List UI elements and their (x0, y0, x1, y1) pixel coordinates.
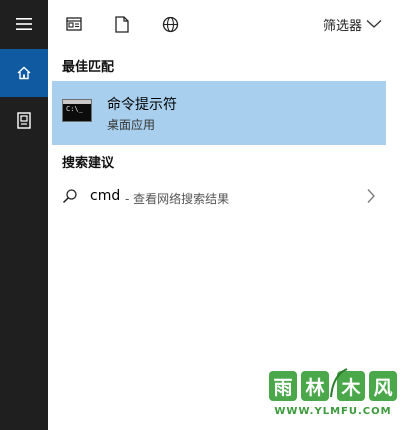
hamburger-icon (16, 18, 32, 30)
documents-button[interactable] (0, 97, 48, 145)
chevron-right-icon[interactable] (366, 188, 376, 204)
search-toolbar: 筛选器 (48, 0, 388, 48)
best-match-heading: 最佳匹配 (62, 60, 115, 75)
news-filter-button[interactable] (62, 12, 86, 36)
document-icon (17, 112, 31, 129)
svg-text:林: 林 (305, 376, 324, 399)
news-icon (66, 17, 82, 31)
hamburger-menu-button[interactable] (0, 0, 48, 48)
command-prompt-icon: C:\_ (62, 99, 92, 122)
watermark: 雨 林 木 风 WWW.YLMFU.COM (268, 366, 398, 424)
file-icon (115, 15, 129, 33)
svg-text:雨: 雨 (273, 377, 292, 399)
chevron-down-icon (366, 20, 382, 28)
globe-icon (162, 16, 178, 32)
watermark-logo: 雨 林 木 风 (268, 366, 398, 406)
suggestion-query: cmd (90, 188, 121, 204)
filter-dropdown[interactable]: 筛选器 (323, 13, 382, 35)
search-suggestions-heading: 搜索建议 (62, 156, 115, 171)
best-match-name: 命令提示符 (107, 97, 177, 113)
watermark-url: WWW.YLMFU.COM (274, 406, 392, 417)
best-match-type: 桌面应用 (107, 118, 156, 132)
suggestion-item[interactable]: cmd - 查看网络搜索结果 (52, 180, 386, 214)
home-icon (17, 66, 31, 80)
search-icon (62, 189, 77, 204)
left-rail (0, 0, 48, 430)
best-match-item[interactable]: C:\_ 命令提示符 桌面应用 (52, 81, 386, 145)
suggestion-description: - 查看网络搜索结果 (125, 192, 230, 206)
svg-text:风: 风 (373, 377, 392, 399)
svg-text:木: 木 (340, 376, 361, 399)
documents-filter-button[interactable] (110, 12, 134, 36)
web-filter-button[interactable] (158, 12, 182, 36)
home-button[interactable] (0, 49, 48, 97)
tree-logo-icon: 雨 林 木 风 (269, 368, 397, 401)
filter-label: 筛选器 (322, 18, 362, 34)
